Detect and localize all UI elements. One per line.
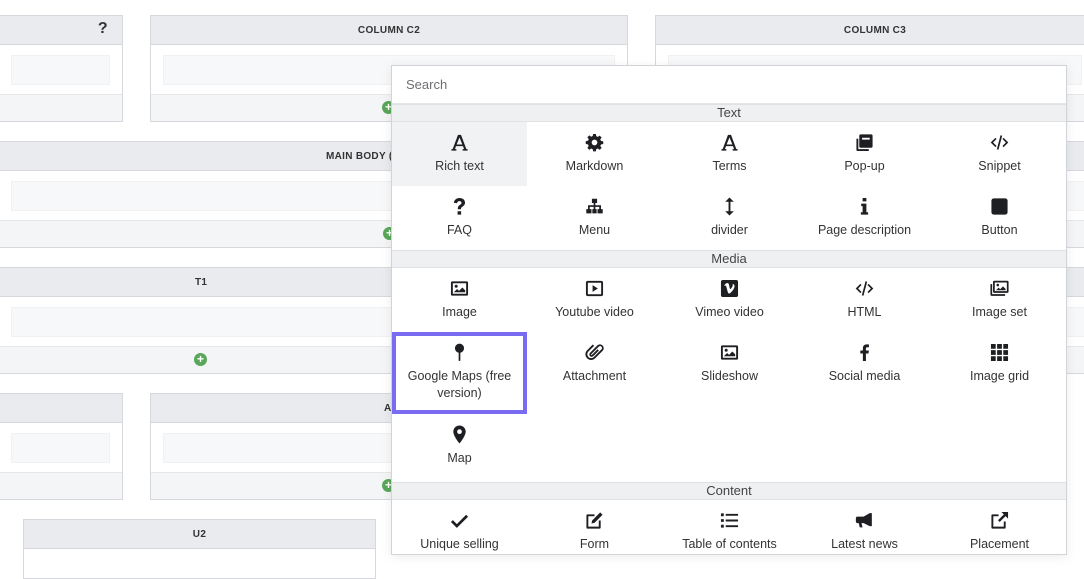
list-icon: [720, 510, 739, 530]
block-youtube-video[interactable]: Youtube video: [527, 268, 662, 332]
bullhorn-icon: [855, 510, 874, 530]
drop-slot[interactable]: [11, 433, 110, 463]
block-html[interactable]: HTML: [797, 268, 932, 332]
block-slideshow[interactable]: Slideshow: [662, 332, 797, 396]
block-popup[interactable]: Pop-up: [797, 122, 932, 186]
panel-header: [0, 394, 122, 423]
block-latest-news[interactable]: Latest news: [797, 500, 932, 564]
square-icon: [990, 196, 1009, 216]
block-image-grid[interactable]: Image grid: [932, 332, 1067, 396]
block-image[interactable]: Image: [392, 268, 527, 332]
block-terms[interactable]: Terms: [662, 122, 797, 186]
panel-title: COLUMN C3: [656, 16, 1084, 45]
panel-title: U2: [24, 520, 375, 549]
sitemap-icon: [585, 196, 604, 216]
block-attachment[interactable]: Attachment: [527, 332, 662, 396]
block-picker-popup: Text Rich text Markdown Terms Pop-up Sni…: [391, 65, 1067, 555]
add-block-icon[interactable]: +: [194, 353, 207, 366]
image-icon: [450, 278, 469, 298]
block-menu[interactable]: Menu: [527, 186, 662, 250]
clone-icon: [855, 132, 874, 152]
search-input[interactable]: [404, 76, 1054, 93]
text-blocks-grid: Rich text Markdown Terms Pop-up Snippet …: [392, 122, 1066, 250]
help-icon[interactable]: ?: [98, 20, 108, 38]
font-icon: [450, 132, 469, 152]
image-icon: [720, 342, 739, 362]
youtube-icon: [585, 278, 604, 298]
arrows-vertical-icon: [720, 196, 739, 216]
font-icon: [720, 132, 739, 152]
images-icon: [990, 278, 1009, 298]
code-icon: [990, 132, 1009, 152]
grid-icon: [990, 342, 1009, 362]
map-pin-icon: [450, 342, 469, 362]
panel-a-left: [0, 393, 123, 500]
paperclip-icon: [585, 342, 604, 362]
block-markdown[interactable]: Markdown: [527, 122, 662, 186]
block-unique-selling[interactable]: Unique selling: [392, 500, 527, 564]
block-rich-text[interactable]: Rich text: [392, 122, 527, 186]
gear-icon: [585, 132, 604, 152]
facebook-icon: [855, 342, 874, 362]
block-placement[interactable]: Placement: [932, 500, 1067, 564]
search-bar: [392, 66, 1066, 104]
block-google-maps[interactable]: Google Maps (free version): [392, 332, 527, 414]
block-form[interactable]: Form: [527, 500, 662, 564]
external-link-icon: [990, 510, 1009, 530]
category-content: Content: [392, 482, 1066, 500]
panel-col1: ?: [0, 15, 123, 122]
block-divider[interactable]: divider: [662, 186, 797, 250]
block-image-set[interactable]: Image set: [932, 268, 1067, 332]
block-table-of-contents[interactable]: Table of contents: [662, 500, 797, 564]
block-button[interactable]: Button: [932, 186, 1067, 250]
code-icon: [855, 278, 874, 298]
block-social-media[interactable]: Social media: [797, 332, 932, 396]
drop-slot[interactable]: [11, 55, 110, 85]
category-media: Media: [392, 250, 1066, 268]
category-text: Text: [392, 104, 1066, 122]
panel-title: COLUMN C2: [151, 16, 627, 45]
panel-footer: [0, 94, 122, 121]
check-icon: [450, 510, 469, 530]
panel-footer: [0, 472, 122, 499]
panel-header: ?: [0, 16, 122, 45]
block-map[interactable]: Map: [392, 414, 527, 478]
block-snippet[interactable]: Snippet: [932, 122, 1067, 186]
media-blocks-grid: Image Youtube video Vimeo video HTML Ima…: [392, 268, 1066, 478]
info-icon: [855, 196, 874, 216]
map-marker-icon: [450, 424, 469, 444]
block-faq[interactable]: FAQ: [392, 186, 527, 250]
question-icon: [450, 196, 469, 216]
content-blocks-grid: Unique selling Form Table of contents La…: [392, 500, 1066, 564]
block-vimeo-video[interactable]: Vimeo video: [662, 268, 797, 332]
panel-u2: U2: [23, 519, 376, 579]
block-page-description[interactable]: Page description: [797, 186, 932, 250]
vimeo-icon: [720, 278, 739, 298]
edit-icon: [585, 510, 604, 530]
